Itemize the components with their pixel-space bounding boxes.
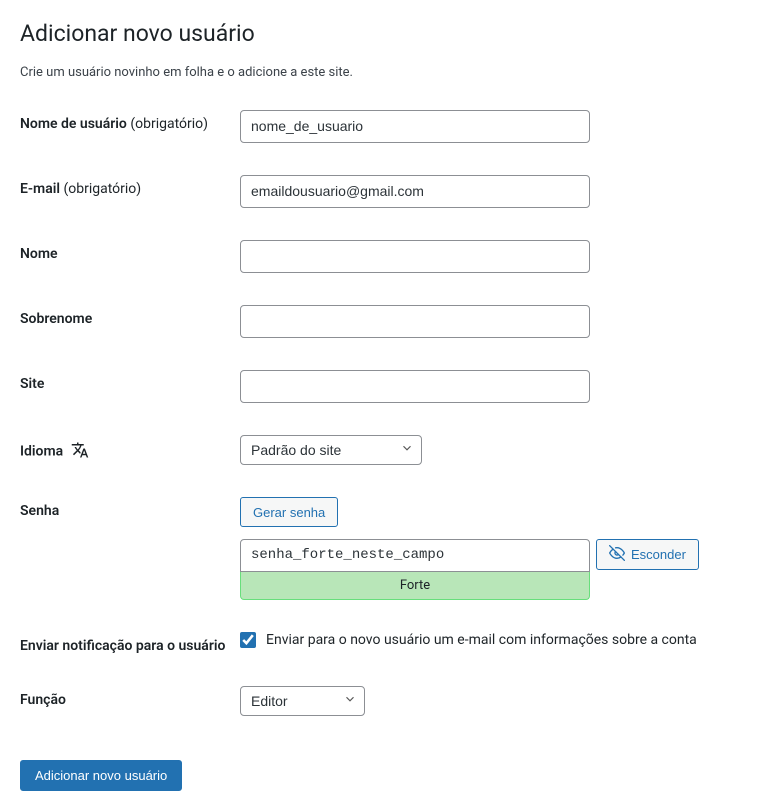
row-role: Função Editor xyxy=(20,686,748,716)
row-send-notification: Enviar notificação para o usuário Enviar… xyxy=(20,632,748,654)
row-username: Nome de usuário (obrigatório) xyxy=(20,110,748,143)
website-input[interactable] xyxy=(240,370,590,403)
page-title: Adicionar novo usuário xyxy=(20,20,748,47)
translate-icon xyxy=(71,441,89,463)
password-strength-meter: Forte xyxy=(240,572,590,600)
label-first-name: Nome xyxy=(20,240,240,262)
hide-password-label: Esconder xyxy=(631,547,686,562)
first-name-input[interactable] xyxy=(240,240,590,273)
send-notification-checkbox[interactable] xyxy=(240,632,256,648)
row-language: Idioma Padrão do site xyxy=(20,435,748,465)
username-input[interactable] xyxy=(240,110,590,143)
row-password: Senha Gerar senha Forte Esconder xyxy=(20,497,748,600)
label-send-notification: Enviar notificação para o usuário xyxy=(20,632,240,654)
last-name-input[interactable] xyxy=(240,305,590,338)
label-language-text: Idioma xyxy=(20,444,63,460)
label-email-required: (obrigatório) xyxy=(63,181,141,197)
label-role: Função xyxy=(20,686,240,708)
row-website: Site xyxy=(20,370,748,403)
send-notification-text: Enviar para o novo usuário um e-mail com… xyxy=(266,632,697,648)
label-email-text: E-mail xyxy=(20,181,60,197)
row-last-name: Sobrenome xyxy=(20,305,748,338)
label-username: Nome de usuário (obrigatório) xyxy=(20,110,240,132)
password-input[interactable] xyxy=(240,539,590,572)
email-input[interactable] xyxy=(240,175,590,208)
label-language: Idioma xyxy=(20,435,240,463)
add-user-button[interactable]: Adicionar novo usuário xyxy=(20,760,182,791)
generate-password-button[interactable]: Gerar senha xyxy=(240,497,338,527)
label-last-name: Sobrenome xyxy=(20,305,240,327)
row-first-name: Nome xyxy=(20,240,748,273)
label-username-text: Nome de usuário xyxy=(20,116,127,132)
label-password: Senha xyxy=(20,497,240,519)
eye-slash-icon xyxy=(609,545,625,564)
label-website: Site xyxy=(20,370,240,392)
label-username-required: (obrigatório) xyxy=(130,116,208,132)
generate-password-label: Gerar senha xyxy=(253,505,325,520)
row-email: E-mail (obrigatório) xyxy=(20,175,748,208)
role-select[interactable]: Editor xyxy=(240,686,365,716)
page-description: Crie um usuário novinho em folha e o adi… xyxy=(20,65,748,80)
hide-password-button[interactable]: Esconder xyxy=(596,539,699,570)
add-user-button-label: Adicionar novo usuário xyxy=(35,768,167,783)
language-select[interactable]: Padrão do site xyxy=(240,435,422,465)
label-email: E-mail (obrigatório) xyxy=(20,175,240,197)
